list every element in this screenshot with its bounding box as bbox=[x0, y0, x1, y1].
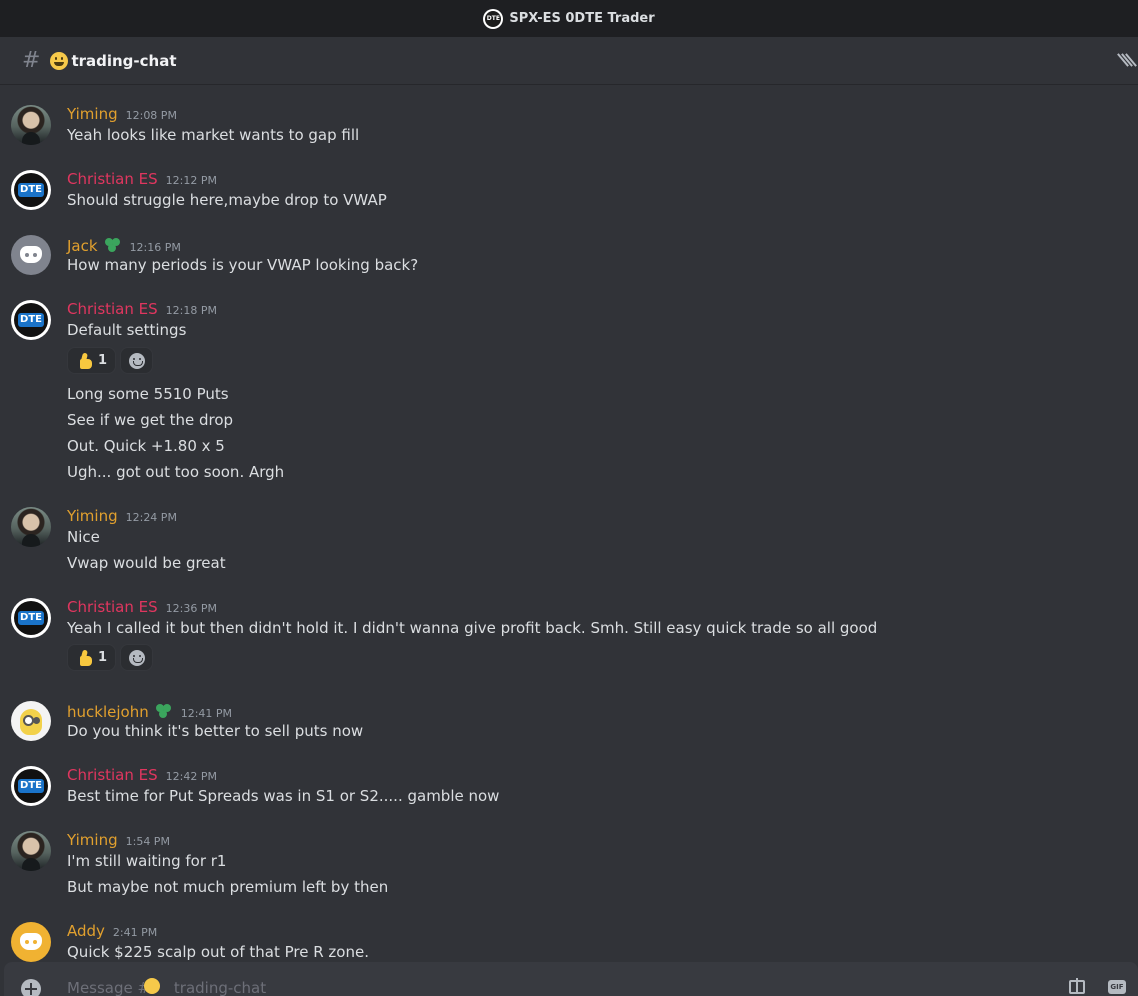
message-text: Best time for Put Spreads was in S1 or S… bbox=[67, 787, 500, 805]
avatar[interactable] bbox=[11, 170, 51, 210]
username[interactable]: hucklejohn bbox=[67, 703, 149, 721]
clover-badge-icon bbox=[104, 237, 122, 253]
message-text: See if we get the drop bbox=[67, 411, 234, 429]
message-text: Default settings bbox=[67, 321, 187, 339]
username[interactable]: Yiming bbox=[67, 831, 118, 849]
timestamp: 2:41 PM bbox=[112, 926, 158, 939]
reactions: 1 bbox=[67, 347, 153, 374]
timestamp: 1:54 PM bbox=[125, 835, 170, 848]
avatar[interactable] bbox=[11, 300, 51, 340]
grinning-emoji-icon bbox=[144, 978, 160, 994]
hashtag-icon: # bbox=[22, 48, 41, 73]
grinning-emoji-icon bbox=[50, 51, 69, 70]
channel-header: # trading-chat bbox=[0, 37, 1138, 85]
clover-badge-icon bbox=[155, 703, 173, 719]
window-title: SPX-ES 0DTE Trader bbox=[509, 11, 655, 26]
gif-button[interactable]: GIF bbox=[1108, 980, 1126, 994]
timestamp: 12:41 PM bbox=[180, 707, 233, 720]
timestamp: 12:16 PM bbox=[129, 241, 181, 254]
message-input[interactable] bbox=[67, 977, 1027, 996]
timestamp: 12:12 PM bbox=[165, 174, 217, 187]
avatar[interactable] bbox=[11, 922, 51, 962]
timestamp: 12:24 PM bbox=[125, 511, 177, 524]
timestamp: 12:36 PM bbox=[165, 602, 217, 615]
timestamp: 12:18 PM bbox=[165, 304, 217, 317]
avatar[interactable] bbox=[11, 507, 51, 547]
message-text: Out. Quick +1.80 x 5 bbox=[67, 437, 225, 455]
avatar[interactable] bbox=[11, 235, 51, 275]
message-text: How many periods is your VWAP looking ba… bbox=[67, 256, 419, 274]
avatar[interactable] bbox=[11, 598, 51, 638]
avatar[interactable] bbox=[11, 831, 51, 871]
threads-icon[interactable] bbox=[1117, 52, 1137, 70]
avatar[interactable] bbox=[11, 105, 51, 145]
username[interactable]: Christian ES bbox=[67, 766, 158, 784]
add-reaction-button[interactable] bbox=[120, 644, 153, 671]
window-titlebar: SPX-ES 0DTE Trader bbox=[0, 0, 1138, 37]
username[interactable]: Christian ES bbox=[67, 170, 158, 188]
username[interactable]: Yiming bbox=[67, 105, 118, 123]
plus-icon[interactable] bbox=[21, 979, 41, 996]
message-composer: GIF bbox=[4, 962, 1138, 996]
server-icon bbox=[483, 8, 504, 29]
thumbs-up-icon bbox=[76, 353, 92, 369]
thumbs-up-reaction[interactable]: 1 bbox=[67, 347, 116, 374]
discord-logo-icon bbox=[20, 933, 42, 950]
add-reaction-button[interactable] bbox=[120, 347, 153, 374]
message-text: Yeah I called it but then didn't hold it… bbox=[67, 619, 878, 637]
username[interactable]: Christian ES bbox=[67, 300, 158, 318]
username[interactable]: Jack bbox=[67, 237, 98, 255]
message-text: Nice bbox=[67, 528, 100, 546]
thumbs-up-icon bbox=[76, 650, 92, 666]
username[interactable]: Addy bbox=[67, 922, 105, 940]
message-text: Should struggle here,maybe drop to VWAP bbox=[67, 191, 387, 209]
username[interactable]: Christian ES bbox=[67, 598, 158, 616]
reaction-count: 1 bbox=[97, 353, 108, 368]
timestamp: 12:08 PM bbox=[125, 109, 177, 122]
message-text: Do you think it's better to sell puts no… bbox=[67, 722, 364, 740]
message-text: Ugh... got out too soon. Argh bbox=[67, 463, 285, 481]
message-text: I'm still waiting for r1 bbox=[67, 852, 227, 870]
message-text: Quick $225 scalp out of that Pre R zone. bbox=[67, 943, 369, 961]
gift-icon[interactable] bbox=[1069, 978, 1085, 994]
message-text: But maybe not much premium left by then bbox=[67, 878, 389, 896]
message-list[interactable]: Yiming 12:08 PM Yeah looks like market w… bbox=[0, 85, 1138, 962]
avatar[interactable] bbox=[11, 701, 51, 741]
thumbs-up-reaction[interactable]: 1 bbox=[67, 644, 116, 671]
channel-name: trading-chat bbox=[71, 51, 177, 70]
message-text: Long some 5510 Puts bbox=[67, 385, 229, 403]
reactions: 1 bbox=[67, 644, 153, 671]
timestamp: 12:42 PM bbox=[165, 770, 217, 783]
username[interactable]: Yiming bbox=[67, 507, 118, 525]
smile-icon bbox=[128, 649, 145, 666]
avatar[interactable] bbox=[11, 766, 51, 806]
message-text: Yeah looks like market wants to gap fill bbox=[67, 126, 360, 144]
message-text: Vwap would be great bbox=[67, 554, 226, 572]
reaction-count: 1 bbox=[97, 650, 108, 665]
smile-icon bbox=[128, 352, 145, 369]
discord-logo-icon bbox=[20, 246, 42, 263]
